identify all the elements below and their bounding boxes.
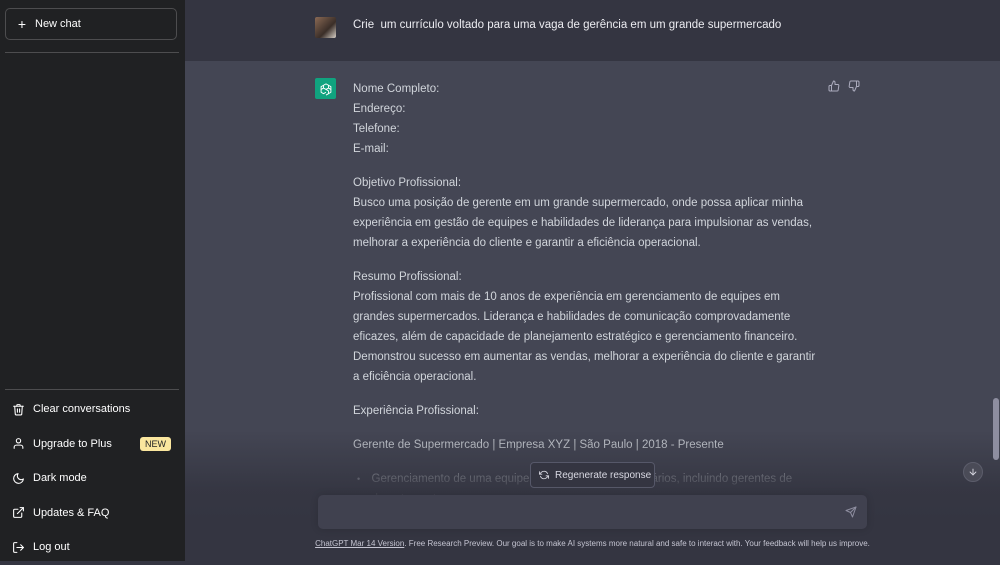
menu-item-label: Updates & FAQ [33,506,110,519]
answer-line: Telefone: [353,123,400,135]
log-out-button[interactable]: Log out [0,530,185,565]
regenerate-response-button[interactable]: Regenerate response [530,462,655,488]
summary-block: Resumo Profissional: Profissional com ma… [353,267,823,387]
arrow-down-icon [969,468,977,476]
user-icon [13,438,24,450]
section-text: Profissional com mais de 10 anos de expe… [353,291,816,383]
new-badge: NEW [140,436,171,451]
prompt-input[interactable] [328,495,842,531]
answer-line: E-mail: [353,143,389,155]
user-message-row: Crie um currículo voltado para uma vaga … [185,0,1000,62]
section-title: Resumo Profissional: [353,271,462,283]
trash-icon [13,403,24,416]
scroll-to-bottom-button[interactable] [963,462,983,482]
thumbs-down-icon[interactable] [848,80,860,92]
external-link-icon [13,507,24,519]
feedback-buttons [828,80,860,92]
section-title: Objetivo Profissional: [353,177,462,189]
regenerate-label: Regenerate response [555,469,652,481]
menu-item-label: Log out [33,541,70,554]
new-chat-label: New chat [35,18,81,30]
new-chat-button[interactable]: + New chat [5,8,177,40]
plus-icon: + [17,16,27,32]
version-link[interactable]: ChatGPT Mar 14 Version [315,539,404,548]
dark-mode-toggle[interactable]: Dark mode [0,461,185,496]
upgrade-to-plus-button[interactable]: Upgrade to Plus NEW [0,427,185,462]
assistant-answer: Nome Completo: Endereço: Telefone: E-mai… [353,79,823,509]
footer-disclaimer: ChatGPT Mar 14 Version. Free Research Pr… [185,539,1000,548]
menu-item-label: Clear conversations [33,403,131,416]
sidebar-divider [5,389,179,390]
objective-block: Objetivo Profissional: Busco uma posição… [353,173,823,253]
prompt-input-container [318,495,867,531]
refresh-icon [539,470,549,480]
section-text: Busco uma posição de gerente em um grand… [353,197,813,249]
thumbs-up-icon[interactable] [828,80,840,92]
footer-text: . Free Research Preview. Our goal is to … [404,539,870,548]
menu-item-label: Upgrade to Plus [33,437,112,450]
user-avatar [315,17,336,38]
logout-icon [13,541,24,553]
scrollbar-thumb[interactable] [993,398,999,460]
answer-line: Nome Completo: [353,83,440,95]
moon-icon [13,472,24,484]
sidebar: + New chat Clear conversations Upgrade t… [0,0,185,561]
contact-block: Nome Completo: Endereço: Telefone: E-mai… [353,79,823,159]
updates-faq-link[interactable]: Updates & FAQ [0,496,185,531]
menu-item-label: Dark mode [33,472,87,485]
sidebar-divider [5,52,179,53]
answer-line: Endereço: [353,103,406,115]
chatgpt-logo-icon [315,78,336,99]
user-message-text: Crie um currículo voltado para uma vaga … [353,19,782,31]
sidebar-menu: Clear conversations Upgrade to Plus NEW … [0,392,185,565]
job-title: Gerente de Supermercado | Empresa XYZ | … [353,439,724,451]
send-icon[interactable] [845,506,857,518]
experience-title: Experiência Profissional: [353,405,479,417]
clear-conversations-button[interactable]: Clear conversations [0,392,185,427]
